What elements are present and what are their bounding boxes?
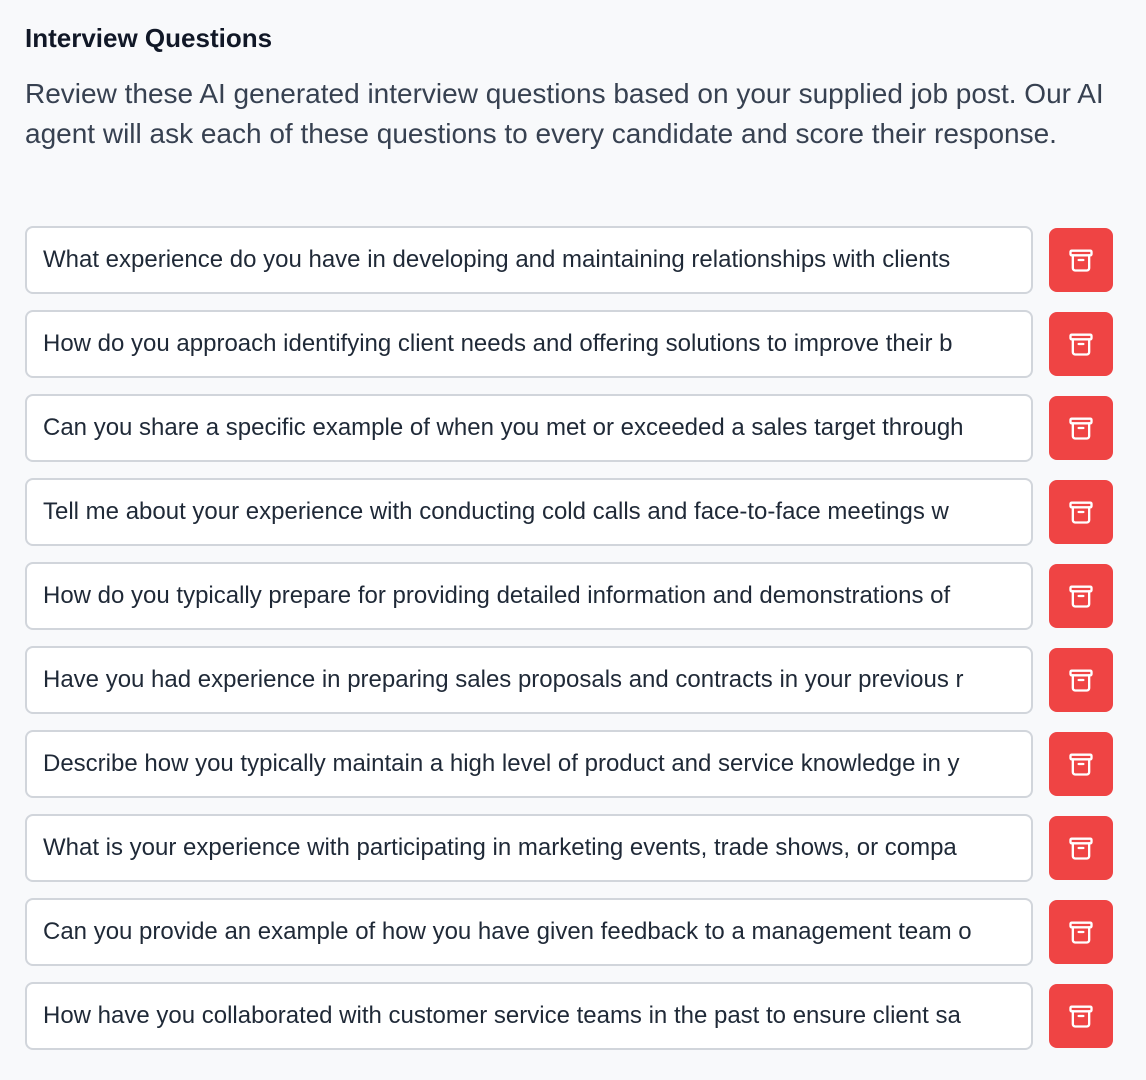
- section-title: Interview Questions: [25, 23, 273, 53]
- question-row: [25, 814, 1115, 882]
- archive-icon: [1069, 585, 1093, 608]
- question-input[interactable]: [25, 226, 1033, 294]
- archive-icon: [1069, 1005, 1093, 1028]
- question-row: [25, 394, 1115, 462]
- archive-icon: [1069, 921, 1093, 944]
- archive-icon: [1069, 249, 1093, 272]
- delete-question-button[interactable]: [1049, 480, 1113, 544]
- delete-question-button[interactable]: [1049, 984, 1113, 1048]
- archive-icon: [1069, 333, 1093, 356]
- question-input[interactable]: [25, 562, 1033, 630]
- delete-question-button[interactable]: [1049, 816, 1113, 880]
- archive-icon: [1069, 669, 1093, 692]
- archive-icon: [1069, 501, 1093, 524]
- question-input[interactable]: [25, 478, 1033, 546]
- question-row: [25, 226, 1115, 294]
- question-input[interactable]: [25, 646, 1033, 714]
- section-description: Review these AI generated interview ques…: [25, 78, 1104, 149]
- delete-question-button[interactable]: [1049, 396, 1113, 460]
- delete-question-button[interactable]: [1049, 732, 1113, 796]
- question-row: [25, 562, 1115, 630]
- delete-question-button[interactable]: [1049, 228, 1113, 292]
- question-row: [25, 646, 1115, 714]
- archive-icon: [1069, 417, 1093, 440]
- delete-question-button[interactable]: [1049, 648, 1113, 712]
- archive-icon: [1069, 837, 1093, 860]
- question-row: [25, 730, 1115, 798]
- question-input[interactable]: [25, 898, 1033, 966]
- delete-question-button[interactable]: [1049, 312, 1113, 376]
- question-input[interactable]: [25, 310, 1033, 378]
- question-input[interactable]: [25, 394, 1033, 462]
- question-row: [25, 898, 1115, 966]
- question-input[interactable]: [25, 730, 1033, 798]
- question-input[interactable]: [25, 982, 1033, 1050]
- archive-icon: [1069, 753, 1093, 776]
- question-input[interactable]: [25, 814, 1033, 882]
- delete-question-button[interactable]: [1049, 564, 1113, 628]
- question-row: [25, 478, 1115, 546]
- question-row: [25, 310, 1115, 378]
- question-row: [25, 982, 1115, 1050]
- delete-question-button[interactable]: [1049, 900, 1113, 964]
